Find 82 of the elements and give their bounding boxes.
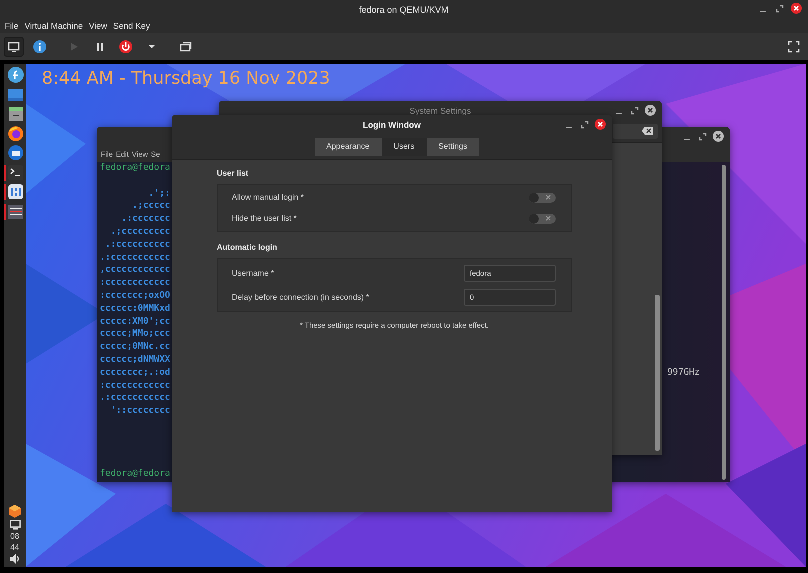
fedora-icon (8, 67, 24, 83)
snapshots-icon (179, 40, 193, 54)
close-icon (713, 131, 724, 142)
close-button[interactable] (595, 119, 606, 130)
fullscreen-icon (787, 40, 801, 54)
clock-minutes: 44 (10, 543, 20, 552)
terminal-line: cccccccc;.:od (100, 366, 170, 380)
close-button[interactable] (713, 131, 724, 142)
maximize-icon (630, 106, 638, 114)
maximize-icon (698, 132, 706, 140)
terminal-line: '::cccccccc (110, 405, 170, 418)
close-icon (791, 3, 802, 14)
window-title: System Settings (410, 106, 472, 116)
menu-item[interactable]: Send Key (110, 20, 154, 32)
terminal-line: cccccc:0MMKxd (100, 302, 170, 316)
toggle-switch[interactable] (529, 192, 556, 202)
thunderbird-icon (8, 145, 24, 161)
minimize-icon (566, 126, 572, 128)
info-icon (33, 40, 47, 54)
maximize-button[interactable] (629, 105, 640, 116)
terminal-line: .:ccccccccccc (100, 392, 170, 406)
section-heading: Automatic login (217, 242, 278, 254)
close-icon (645, 105, 656, 116)
menu-item[interactable]: File (2, 20, 22, 32)
minimize-icon (684, 138, 690, 140)
toggle-switch[interactable] (529, 214, 556, 224)
terminal-line: .:cccccccccc (104, 238, 170, 252)
menu-item[interactable]: View (86, 20, 110, 32)
minimize-icon (760, 10, 766, 12)
tab[interactable]: Settings (426, 138, 480, 156)
terminal-prompt: fedora@fedora (100, 468, 170, 481)
terminal-line: ccccc;0MNc.cc (100, 341, 170, 354)
window-title: Login Window (363, 120, 421, 130)
window-title: fedora on QEMU/KVM (359, 4, 449, 14)
terminal-prompt: fedora@fedora (100, 162, 170, 175)
terminal-line: :cccccccccccc (100, 277, 170, 290)
scrollbar[interactable] (655, 295, 660, 451)
terminal-line: :ccccccc;oxOO (100, 290, 170, 303)
display-icon (8, 86, 24, 102)
firefox-icon (8, 126, 24, 142)
setting-label: Delay before connection (in seconds) * (232, 292, 370, 302)
terminal-line: .:ccccccc (120, 213, 170, 226)
terminal-line: .';: (148, 188, 170, 200)
maximize-icon (580, 120, 588, 128)
terminal-line: .:ccccccccccc (100, 252, 170, 264)
close-button[interactable] (791, 3, 802, 14)
maximize-icon (776, 4, 784, 12)
volume-icon[interactable] (10, 554, 20, 564)
console-icon (7, 40, 21, 54)
setting-label: Username * (232, 268, 274, 278)
monitor-icon (8, 204, 24, 220)
cross-icon (546, 216, 551, 221)
close-button[interactable] (645, 105, 656, 116)
setting-label: Hide the user list * (232, 214, 297, 223)
terminal-line: ccccc:XM0';cc (100, 316, 170, 328)
clear-icon[interactable] (642, 127, 653, 135)
search-field[interactable] (613, 124, 658, 138)
clock-hours: 08 (10, 532, 20, 541)
power-icon (119, 40, 133, 54)
close-icon (595, 119, 606, 130)
terminal-line: .;ccccccccc (110, 226, 170, 239)
console-button[interactable] (4, 36, 24, 56)
setting-label: Allow manual login * (232, 193, 304, 202)
terminal-text: 997GHz (667, 366, 700, 380)
display-icon[interactable] (10, 520, 20, 530)
tab[interactable]: Appearance (314, 138, 382, 156)
terminal-line: ,cccccccccccc (100, 264, 170, 278)
terminal-line: :cccccccccccc (100, 380, 170, 392)
cross-icon (546, 195, 551, 200)
scrollbar[interactable] (722, 165, 726, 480)
section-heading: User list (217, 168, 250, 180)
desktop-clock: 8:44 AM - Thursday 16 Nov 2023 (42, 69, 330, 89)
menu-item[interactable]: Virtual Machine (22, 20, 86, 32)
terminal-line: cccccc;dNMWXX (100, 354, 170, 367)
calculator-icon (8, 184, 24, 200)
maximize-button[interactable] (774, 3, 785, 14)
package-icon[interactable] (9, 505, 21, 518)
maximize-button[interactable] (579, 119, 590, 130)
terminal-line: ccccc;MMo;ccc (100, 328, 170, 342)
minimize-icon (616, 112, 622, 114)
maximize-button[interactable] (697, 131, 708, 142)
terminal-line: .;ccccc (132, 200, 170, 214)
